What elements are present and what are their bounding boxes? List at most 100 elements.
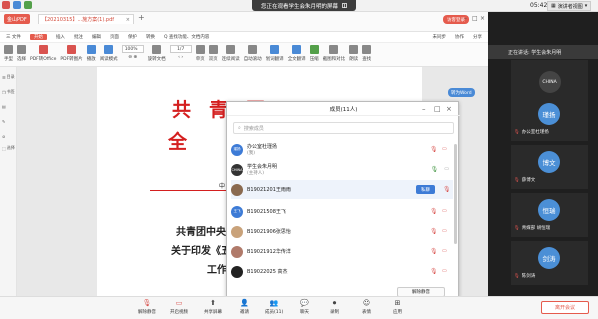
screen-share-banner[interactable]: 您正在观看学生会朱月明的屏幕 ∥ — [252, 0, 356, 11]
tool-find[interactable]: 查找 — [362, 45, 372, 62]
menu-page[interactable]: 页面 — [110, 34, 119, 40]
video-thumb[interactable]: 剑涛 🎙 陈剑涛 — [511, 241, 588, 285]
security-icon[interactable] — [13, 1, 21, 9]
toolbar: 手型 选择 PDF转Office PDF转图片 播放 阅读模式 100% ⊖ ⊕ … — [0, 43, 488, 67]
mic-off-icon[interactable]: 🎙 — [443, 186, 451, 193]
member-row[interactable]: B19021912华传洋 🎙 ▭ — [231, 242, 453, 261]
sidebar-bookmark[interactable]: ❐ 书签 — [2, 89, 16, 95]
mic-off-icon[interactable]: 🎙 — [430, 146, 438, 153]
member-row[interactable]: B19021906张思怡 🎙 ▭ — [231, 222, 453, 241]
apps-button[interactable]: ⊞ 应用 — [393, 299, 402, 315]
zoom-buttons[interactable]: ⊖ ⊕ — [128, 55, 137, 60]
tool-word-translate[interactable]: 划词翻译 — [266, 45, 284, 62]
mic-on-icon[interactable]: 🎙 — [431, 166, 439, 173]
record-button[interactable]: ⏺ 录制 — [330, 299, 339, 315]
leave-meeting-button[interactable]: 离开会议 — [541, 301, 589, 314]
mic-off-icon[interactable]: 🎙 — [430, 208, 438, 215]
member-row[interactable]: 瑾扬 办公室杜瑾扬 (我) 🎙 ▭ — [231, 140, 453, 159]
close-icon[interactable]: × — [446, 105, 452, 113]
pause-icon[interactable]: ∥ — [342, 3, 347, 8]
tool-autoscroll[interactable]: 自动滚动 — [244, 45, 262, 62]
mic-off-icon[interactable]: 🎙 — [430, 248, 438, 255]
page-arrows[interactable]: ‹ › — [178, 55, 183, 60]
camera-off-icon[interactable]: ▭ — [442, 146, 449, 152]
video-thumb[interactable]: 瑾扬 🎙 办公室杜瑾扬 — [511, 97, 588, 141]
private-chat-button[interactable]: 私聊 — [416, 185, 435, 194]
menu-start[interactable]: 开始 — [29, 34, 47, 40]
chat-button[interactable]: 💬 聊天 — [300, 299, 309, 315]
member-row[interactable]: B19022025 高杰 🎙 ▭ — [231, 262, 453, 281]
menu-annotate[interactable]: 批注 — [74, 34, 83, 40]
menu-unsynced[interactable]: 未同步 — [433, 34, 447, 40]
member-row[interactable]: 王飞 B19021508王飞 🎙 ▭ — [231, 202, 453, 221]
emoji-button[interactable]: ☺ 表情 — [362, 299, 371, 315]
tool-pdf-to-office[interactable]: PDF转Office — [30, 45, 56, 62]
tool-compress[interactable]: 压缩 — [309, 45, 319, 62]
tool-rotate[interactable]: 旋转文档 — [148, 45, 166, 62]
page-nav[interactable]: 1/7 ‹ › — [169, 45, 192, 60]
tab-document[interactable]: 【20210315】...施方案(1).pdf × — [38, 14, 134, 24]
tool-read-aloud[interactable]: 朗读 — [349, 45, 359, 62]
page-indicator[interactable]: 1/7 — [169, 45, 192, 53]
video-thumb[interactable]: 博文 🎙 薛博文 — [511, 145, 588, 189]
new-tab-button[interactable]: + — [138, 13, 145, 22]
tool-single-page[interactable]: 单页 — [195, 45, 205, 62]
tool-hand[interactable]: 手型 — [4, 45, 13, 62]
share-screen-button[interactable]: ⬆ 共享屏幕 — [204, 299, 222, 315]
start-video-button[interactable]: ▭ 开启视频 — [170, 299, 188, 315]
menu-convert[interactable]: 转换 — [146, 34, 155, 40]
menu-insert[interactable]: 插入 — [56, 34, 65, 40]
unmute-button[interactable]: 🎙 解除静音 — [138, 299, 156, 315]
member-search-input[interactable]: ⌕ 搜索成员 — [233, 122, 454, 134]
sidebar-annotation[interactable]: ✎ — [2, 119, 16, 124]
menu-file[interactable]: 三 文件 — [6, 34, 21, 40]
sidebar-select[interactable]: ⬚ 选择 — [2, 145, 16, 151]
chat-label: 聊天 — [300, 310, 309, 315]
camera-off-icon[interactable]: ▭ — [442, 268, 449, 274]
to-word-button[interactable]: 转为Word — [448, 88, 475, 97]
sidebar-thumbnail[interactable]: ▤ — [2, 104, 16, 109]
member-row[interactable]: CHINA 学生会朱月明 (主持人) 🎙 ▭ — [231, 160, 453, 179]
maximize-icon[interactable]: □ — [472, 15, 478, 22]
mic-off-icon[interactable]: 🎙 — [430, 228, 438, 235]
close-window-icon[interactable]: × — [480, 15, 485, 22]
tool-select[interactable]: 选择 — [17, 45, 26, 62]
video-thumb-name: 青媒部 胡恒瑞 — [521, 226, 551, 231]
tool-screenshot-label: 截图和对比 — [322, 57, 346, 62]
close-icon[interactable]: × — [126, 17, 130, 23]
menu-edit[interactable]: 编辑 — [92, 34, 101, 40]
camera-off-icon[interactable]: ▭ — [442, 228, 449, 234]
members-button[interactable]: 👥 成员(11) — [265, 299, 283, 315]
tool-pdf-to-image[interactable]: PDF转图片 — [60, 45, 83, 62]
tool-continuous[interactable]: 连续阅读 — [222, 45, 240, 62]
minimize-icon[interactable]: – — [422, 105, 426, 113]
menu-share[interactable]: 分享 — [473, 34, 482, 40]
menu-collab[interactable]: 协作 — [455, 34, 464, 40]
shield-icon[interactable] — [2, 1, 10, 9]
tool-full-translate[interactable]: 全文翻译 — [288, 45, 306, 62]
invite-button[interactable]: 👤 邀请 — [240, 299, 249, 315]
tab-home[interactable]: 金山PDF — [4, 14, 30, 24]
camera-off-icon[interactable]: ▭ — [442, 208, 449, 214]
zoom-field[interactable]: 100% — [121, 45, 144, 53]
app-icon[interactable] — [24, 1, 32, 9]
camera-icon[interactable]: ▭ — [444, 166, 449, 173]
tool-read-mode[interactable]: 阅读模式 — [100, 45, 118, 62]
members-scrollbar[interactable] — [454, 144, 457, 244]
tool-find-label: 查找 — [362, 57, 372, 62]
tool-screenshot[interactable]: 截图和对比 — [322, 45, 346, 62]
sidebar-toc[interactable]: ☰ 目录 — [2, 74, 16, 80]
video-thumb[interactable]: 恒瑞 🎙 青媒部 胡恒瑞 — [511, 193, 588, 237]
speaker-view-toggle[interactable]: ▦ 演讲者视图 ▾ — [547, 1, 592, 11]
zoom-control[interactable]: 100% ⊖ ⊕ — [121, 45, 144, 60]
minimize-icon[interactable]: – — [464, 15, 467, 22]
tool-play[interactable]: 播放 — [86, 45, 96, 62]
camera-off-icon[interactable]: ▭ — [442, 248, 449, 254]
sidebar-attachment[interactable]: ⊘ — [2, 134, 16, 139]
menu-protect[interactable]: 保护 — [128, 34, 137, 40]
tool-double-page[interactable]: 双页 — [208, 45, 218, 62]
maximize-icon[interactable]: □ — [434, 105, 441, 113]
mic-off-icon[interactable]: 🎙 — [430, 268, 438, 275]
search-functions[interactable]: Q 查找功能、文档内容 — [164, 34, 209, 40]
member-row[interactable]: B19021201王雨雨 私聊 🎙 — [231, 180, 453, 199]
